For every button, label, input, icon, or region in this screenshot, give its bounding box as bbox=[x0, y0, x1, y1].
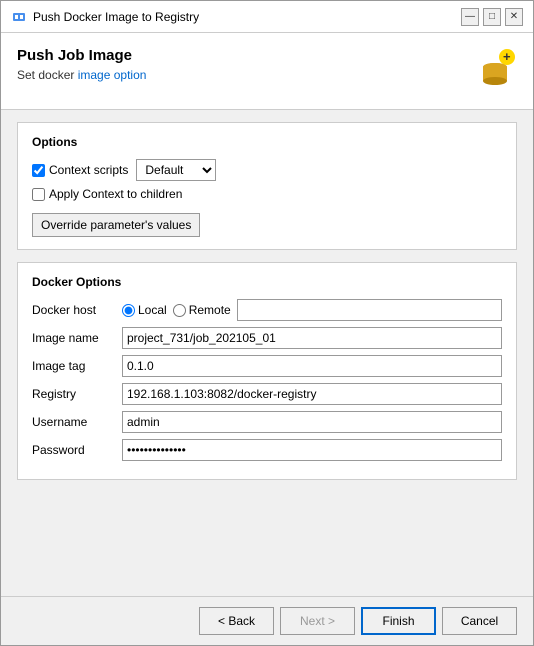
registry-input[interactable] bbox=[122, 383, 502, 405]
password-row: Password bbox=[32, 439, 502, 461]
image-name-input[interactable] bbox=[122, 327, 502, 349]
header-section: Push Job Image Set docker image option + bbox=[1, 33, 533, 110]
context-scripts-checkbox[interactable] bbox=[32, 164, 45, 177]
apply-context-label[interactable]: Apply Context to children bbox=[32, 187, 182, 201]
image-name-label: Image name bbox=[32, 331, 122, 345]
context-scripts-label[interactable]: Context scripts bbox=[32, 163, 128, 177]
remote-host-input[interactable] bbox=[237, 299, 502, 321]
title-bar: Push Docker Image to Registry — □ ✕ bbox=[1, 1, 533, 33]
footer: < Back Next > Finish Cancel bbox=[1, 596, 533, 645]
back-button[interactable]: < Back bbox=[199, 607, 274, 635]
apply-context-row: Apply Context to children bbox=[32, 187, 502, 201]
subtitle-link[interactable]: image option bbox=[78, 68, 147, 82]
context-scripts-row: Context scripts Default Custom bbox=[32, 159, 502, 181]
minimize-button[interactable]: — bbox=[461, 8, 479, 26]
local-label-text: Local bbox=[138, 303, 167, 317]
image-tag-input[interactable] bbox=[122, 355, 502, 377]
username-row: Username bbox=[32, 411, 502, 433]
maximize-button[interactable]: □ bbox=[483, 8, 501, 26]
docker-section: Docker Options Docker host Local Remote bbox=[17, 262, 517, 480]
local-radio-label[interactable]: Local bbox=[122, 303, 167, 317]
title-bar-left: Push Docker Image to Registry bbox=[11, 9, 199, 25]
title-bar-controls: — □ ✕ bbox=[461, 8, 523, 26]
image-tag-row: Image tag bbox=[32, 355, 502, 377]
header-left: Push Job Image Set docker image option bbox=[17, 47, 146, 82]
finish-button[interactable]: Finish bbox=[361, 607, 436, 635]
password-input[interactable] bbox=[122, 439, 502, 461]
override-button[interactable]: Override parameter's values bbox=[32, 213, 200, 237]
docker-host-label: Docker host bbox=[32, 303, 122, 317]
page-title: Push Job Image bbox=[17, 47, 146, 64]
cancel-button[interactable]: Cancel bbox=[442, 607, 517, 635]
apply-context-text: Apply Context to children bbox=[49, 187, 182, 201]
docker-push-icon: + bbox=[469, 47, 517, 95]
context-dropdown[interactable]: Default Custom bbox=[136, 159, 216, 181]
password-label: Password bbox=[32, 443, 122, 457]
remote-radio-label[interactable]: Remote bbox=[173, 303, 231, 317]
window-icon bbox=[11, 9, 27, 25]
content-area: Options Context scripts Default Custom A… bbox=[1, 110, 533, 596]
override-btn-row: Override parameter's values bbox=[32, 207, 502, 237]
image-name-row: Image name bbox=[32, 327, 502, 349]
svg-text:+: + bbox=[503, 49, 511, 64]
docker-title: Docker Options bbox=[32, 275, 502, 289]
window-title: Push Docker Image to Registry bbox=[33, 10, 199, 24]
close-button[interactable]: ✕ bbox=[505, 8, 523, 26]
registry-label: Registry bbox=[32, 387, 122, 401]
username-label: Username bbox=[32, 415, 122, 429]
registry-row: Registry bbox=[32, 383, 502, 405]
options-title: Options bbox=[32, 135, 502, 149]
options-section: Options Context scripts Default Custom A… bbox=[17, 122, 517, 250]
subtitle-text: Set docker bbox=[17, 68, 78, 82]
next-button[interactable]: Next > bbox=[280, 607, 355, 635]
context-scripts-text: Context scripts bbox=[49, 163, 128, 177]
remote-radio[interactable] bbox=[173, 304, 186, 317]
image-tag-label: Image tag bbox=[32, 359, 122, 373]
username-input[interactable] bbox=[122, 411, 502, 433]
apply-context-checkbox[interactable] bbox=[32, 188, 45, 201]
remote-label-text: Remote bbox=[189, 303, 231, 317]
main-window: Push Docker Image to Registry — □ ✕ Push… bbox=[0, 0, 534, 646]
radio-group: Local Remote bbox=[122, 299, 502, 321]
docker-host-row: Docker host Local Remote bbox=[32, 299, 502, 321]
page-subtitle: Set docker image option bbox=[17, 68, 146, 82]
local-radio[interactable] bbox=[122, 304, 135, 317]
